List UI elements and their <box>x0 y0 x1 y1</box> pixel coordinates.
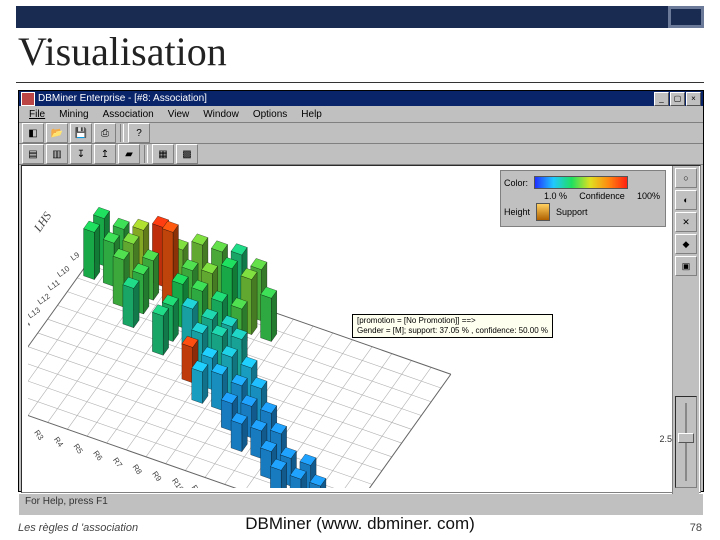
tool-flag1-icon[interactable]: ▤ <box>22 144 44 164</box>
svg-text:R6: R6 <box>91 449 104 463</box>
svg-text:LHS: LHS <box>30 209 54 235</box>
menu-mining[interactable]: Mining <box>53 109 94 120</box>
tool-grid-b-icon[interactable]: ▩ <box>176 144 198 164</box>
tool-sort-desc-icon[interactable]: ↥ <box>94 144 116 164</box>
page-number: 78 <box>690 522 702 534</box>
menu-view[interactable]: View <box>162 109 196 120</box>
client-area: R1R2R3R4R5R6R7R8R9R10R11R12R13R14R15R16R… <box>21 165 701 493</box>
slider-label: 2.5 <box>659 434 672 444</box>
svg-text:R5: R5 <box>72 442 85 456</box>
tool-sort-asc-icon[interactable]: ↧ <box>70 144 92 164</box>
tool-palette-icon[interactable]: ▰ <box>118 144 140 164</box>
dock-btn-1[interactable]: ○ <box>675 168 697 188</box>
legend-spectrum-left: 1.0 % <box>544 191 567 201</box>
toolbar-save-icon[interactable]: 💾 <box>70 123 92 143</box>
svg-text:L10: L10 <box>56 264 72 279</box>
slide-top-stripe <box>16 6 704 28</box>
legend-panel: Color: 1.0 % Confidence 100% Height Supp… <box>500 170 666 227</box>
dock-btn-2[interactable]: ◐ <box>675 190 697 210</box>
legend-height-value: Support <box>556 207 588 217</box>
toolbar-divider <box>120 124 124 142</box>
menubar: File Mining Association View Window Opti… <box>19 106 703 123</box>
minimize-button[interactable]: _ <box>654 92 669 106</box>
tooltip-line1: [promotion = [No Promotion]] ==> <box>357 316 548 326</box>
status-text: For Help, press F1 <box>25 496 108 507</box>
menu-association[interactable]: Association <box>97 109 160 120</box>
dock-btn-3[interactable]: ✕ <box>675 212 697 232</box>
titlebar[interactable]: DBMiner Enterprise - [#8: Association] _… <box>19 91 703 106</box>
svg-text:R10: R10 <box>170 477 186 488</box>
footer-center: DBMiner (www. dbminer. com) <box>245 514 475 534</box>
legend-spectrum <box>534 176 628 189</box>
svg-text:R4: R4 <box>52 435 65 449</box>
legend-spectrum-mid: Confidence <box>579 191 625 201</box>
svg-text:L12: L12 <box>36 292 52 307</box>
dbminer-window: DBMiner Enterprise - [#8: Association] _… <box>18 90 704 492</box>
toolbar-app-icon[interactable]: ◧ <box>22 123 44 143</box>
window-title: DBMiner Enterprise - [#8: Association] <box>38 93 207 104</box>
menu-window[interactable]: Window <box>197 109 245 120</box>
toolbar-open-icon[interactable]: 📂 <box>46 123 68 143</box>
menu-options[interactable]: Options <box>247 109 293 120</box>
svg-text:L11: L11 <box>46 278 61 293</box>
legend-height-icon <box>536 203 550 221</box>
tool-flag2-icon[interactable]: ▥ <box>46 144 68 164</box>
svg-text:L14: L14 <box>28 319 33 334</box>
svg-text:L9: L9 <box>69 250 81 262</box>
menu-file[interactable]: File <box>23 109 51 120</box>
toolbar-print-icon[interactable]: ⎙ <box>94 123 116 143</box>
slider-thumb[interactable] <box>678 433 694 443</box>
slide-title-rule <box>16 82 704 83</box>
threshold-slider[interactable] <box>675 396 697 488</box>
tooltip-line2: Gender = [M]; support: 37.05 % , confide… <box>357 326 548 336</box>
toolbar-divider <box>144 145 148 163</box>
close-button[interactable]: × <box>686 92 701 106</box>
svg-text:L13: L13 <box>28 305 42 320</box>
legend-spectrum-right: 100% <box>637 191 660 201</box>
footer-left: Les règles d 'association <box>18 522 138 534</box>
menu-help[interactable]: Help <box>295 109 328 120</box>
secondary-toolbar: ▤ ▥ ↧ ↥ ▰ ▦ ▩ <box>19 144 703 165</box>
slide-title: Visualisation <box>18 28 227 75</box>
main-toolbar: ◧ 📂 💾 ⎙ ? <box>19 123 703 144</box>
svg-text:R11: R11 <box>190 483 205 488</box>
maximize-button[interactable]: ▢ <box>670 92 685 106</box>
svg-text:R9: R9 <box>150 470 163 483</box>
svg-text:R8: R8 <box>131 463 144 477</box>
status-bar: For Help, press F1 <box>19 493 703 515</box>
app-icon <box>21 92 35 106</box>
right-dock: ○ ◐ ✕ ◆ ▣ <box>672 166 699 494</box>
legend-color-label: Color: <box>504 178 528 188</box>
dock-btn-4[interactable]: ◆ <box>675 234 697 254</box>
toolbar-help-icon[interactable]: ? <box>128 123 150 143</box>
svg-text:R7: R7 <box>111 456 124 469</box>
rule-tooltip: [promotion = [No Promotion]] ==> Gender … <box>352 314 553 338</box>
slide-footer: Les règles d 'association DBMiner (www. … <box>18 522 702 534</box>
legend-height-label: Height <box>504 207 530 217</box>
svg-text:R3: R3 <box>32 428 45 442</box>
tool-grid-a-icon[interactable]: ▦ <box>152 144 174 164</box>
dock-btn-5[interactable]: ▣ <box>675 256 697 276</box>
